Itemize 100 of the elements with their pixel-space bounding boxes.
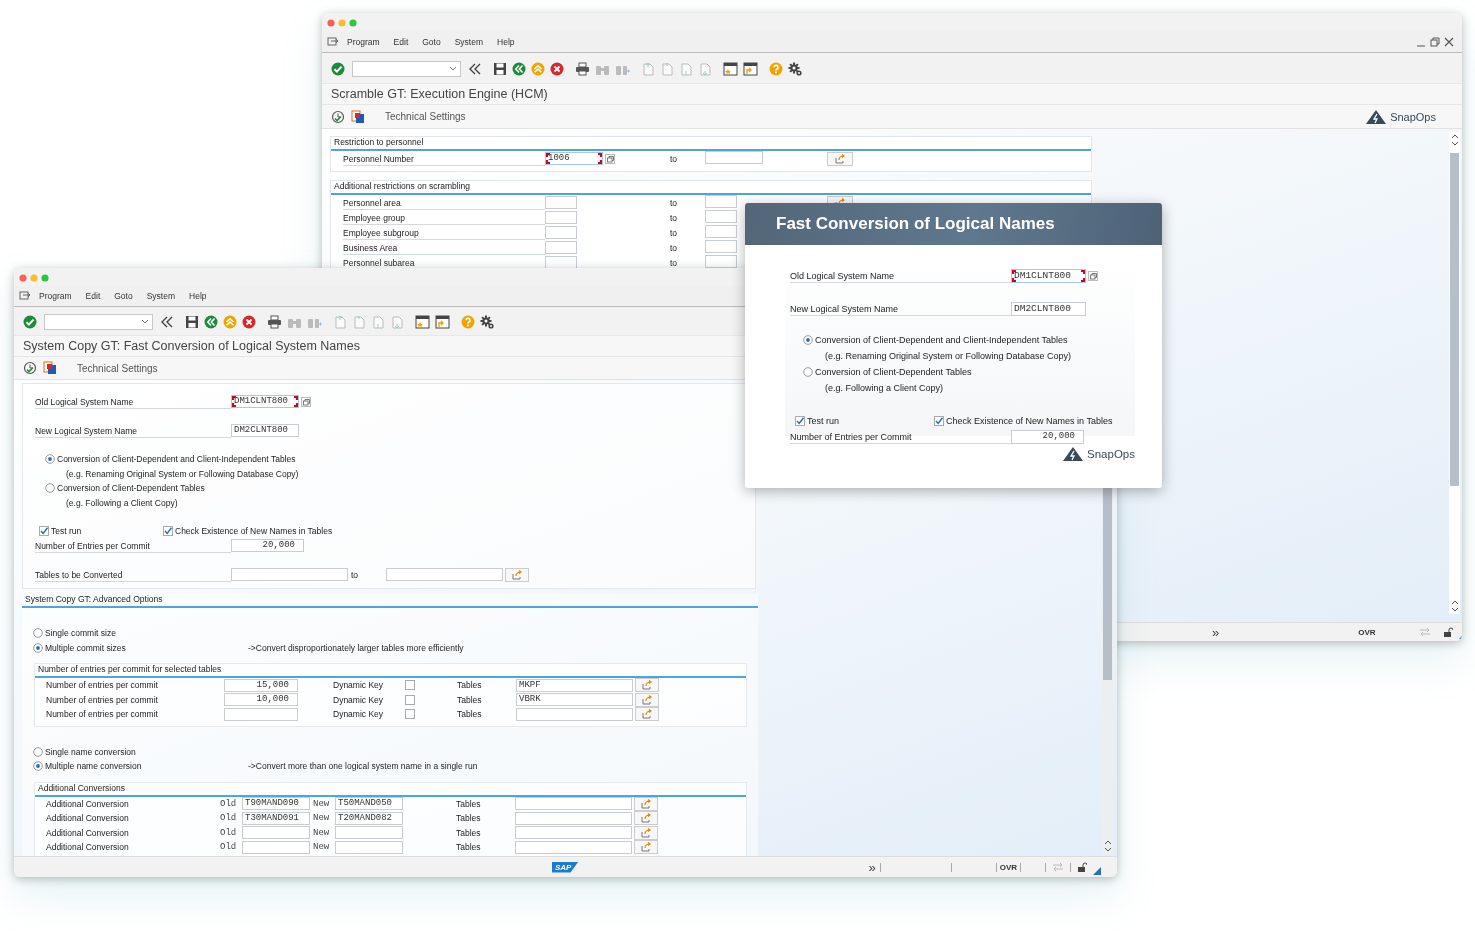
input-field[interactable]: T90MAND090 (242, 797, 310, 811)
input-field[interactable]: 20,000 (231, 539, 304, 552)
checkbox-label[interactable]: Check Existence of New Names in Tables (946, 416, 1113, 426)
field-label: Employee subgroup (343, 225, 545, 240)
input-mode: OVR (1358, 627, 1376, 637)
range-label: to (670, 197, 679, 208)
field-label: Tables (457, 694, 483, 705)
option-hint: (e.g. Renaming Original System or Following Database Copy) (65, 467, 300, 481)
menu-item[interactable]: Help (497, 36, 515, 47)
sap-logo: SAP (552, 861, 579, 873)
group-title: Additional restrictions on scrambling (334, 181, 471, 191)
screen-title: Scramble GT: Execution Engine (HCM) (322, 83, 1462, 104)
menu-item[interactable]: Program (39, 291, 72, 301)
group-title: Additional Conversions (38, 782, 125, 793)
field-label: Tables (456, 798, 482, 809)
field-label: New (313, 842, 331, 853)
option-label[interactable]: Single name conversion (45, 746, 181, 757)
group-title: Number of entries per commit for selected tables (38, 664, 222, 674)
field-label: Tables (456, 842, 482, 853)
input-field[interactable]: DM2CLNT800 (231, 424, 299, 437)
menu-item[interactable]: Help (189, 291, 207, 301)
field-label: Tables (457, 709, 483, 720)
input-field[interactable]: DM1CLNT800 (1011, 268, 1086, 283)
field-label: Business Area (343, 240, 545, 255)
field-label: New (313, 813, 331, 824)
option-label[interactable]: Conversion of Client-Dependent and Client-Independent Tables (57, 454, 296, 465)
field-label: Number of entries per commit (46, 680, 159, 691)
note-text: ->Convert disproportionately larger tables more efficiently (248, 642, 464, 653)
option-hint: (e.g. Following a Client Copy) (824, 382, 945, 395)
range-label: to (670, 257, 679, 268)
input-field[interactable]: 20,000 (1011, 429, 1084, 444)
range-label: to (670, 153, 679, 164)
brand-name: SnapOps (1087, 448, 1135, 460)
input-field[interactable]: DM2CLNT800 (1011, 301, 1086, 316)
field-label: New (313, 798, 331, 809)
option-label[interactable]: Single commit size (45, 628, 181, 639)
field-label: Dynamic Key (333, 694, 385, 705)
range-label: to (670, 227, 679, 238)
checkbox-label[interactable]: Test run (807, 416, 839, 426)
field-label: Additional Conversion (46, 827, 130, 838)
range-label: to (670, 212, 679, 223)
field-label: Old (220, 813, 238, 824)
field-label: Old Logical System Name (35, 394, 231, 409)
checkbox-label[interactable]: Test run (51, 526, 82, 536)
field-label: Old Logical System Name (790, 268, 1011, 283)
field-label: New Logical System Name (790, 301, 1011, 316)
option-hint: (e.g. Following a Client Copy) (65, 496, 179, 510)
input-field[interactable]: 15,000 (224, 678, 298, 692)
input-field[interactable]: 10,000 (224, 693, 298, 707)
menu-item[interactable]: Goto (114, 291, 133, 301)
range-label: to (670, 242, 679, 253)
group-title: Restriction to personnel (334, 137, 424, 147)
field-label: New (313, 827, 331, 838)
option-label[interactable]: Multiple name conversion (45, 761, 181, 772)
input-field[interactable]: MKPF (516, 678, 633, 692)
menu-item[interactable]: System (454, 36, 484, 47)
field-label: Number of Entries per Commit (790, 429, 1011, 444)
menu-item[interactable]: System (146, 291, 176, 301)
option-label[interactable]: Conversion of Client-Dependent Tables (815, 364, 972, 380)
brand-name: SnapOps (1390, 110, 1436, 123)
field-label: Old (220, 798, 238, 809)
input-field[interactable]: T50MAND050 (335, 797, 403, 811)
menu-item[interactable]: Program (347, 36, 380, 47)
group-title: System Copy GT: Advanced Options (25, 594, 163, 604)
option-label[interactable]: Conversion of Client-Dependent Tables (57, 483, 205, 494)
field-label: Number of entries per commit (46, 694, 159, 705)
field-label: Additional Conversion (46, 813, 130, 824)
input-field[interactable]: VBRK (516, 693, 633, 707)
field-label: Number of entries per commit (46, 709, 159, 720)
field-label: Number of Entries per Commit (35, 538, 231, 553)
input-field[interactable]: T20MAND082 (335, 811, 403, 825)
expand-button[interactable]: » (868, 859, 876, 875)
range-label: to (350, 569, 360, 580)
checkbox-label[interactable]: Check Existence of New Names in Tables (175, 526, 333, 536)
menu-item[interactable]: Goto (422, 36, 441, 47)
input-field[interactable]: 1006 (545, 152, 603, 165)
input-field[interactable]: T30MAND091 (242, 811, 310, 825)
field-label: Tables (456, 813, 482, 824)
field-label: Old (220, 827, 238, 838)
input-mode: OVR (999, 862, 1018, 872)
option-label[interactable]: Multiple commit sizes (45, 642, 181, 653)
option-label[interactable]: Conversion of Client-Dependent and Client-Independent Tables (815, 332, 1068, 348)
field-label: Dynamic Key (333, 709, 385, 720)
input-field[interactable]: DM1CLNT800 (231, 395, 299, 408)
menu-item[interactable]: Edit (393, 36, 409, 47)
dialog-title: Fast Conversion of Logical Names (776, 214, 1055, 234)
field-label: Personnel area (343, 195, 545, 210)
field-label: Dynamic Key (333, 680, 385, 691)
note-text: ->Convert more than one logical system name in a single run (248, 761, 478, 772)
toolbar-button[interactable]: Technical Settings (77, 362, 158, 374)
field-label: Employee group (343, 210, 545, 225)
toolbar-button[interactable]: Technical Settings (385, 111, 466, 122)
field-label: Old (220, 842, 238, 853)
menu-item[interactable]: Edit (85, 291, 101, 301)
field-label: Additional Conversion (46, 842, 130, 853)
expand-button[interactable]: » (1212, 624, 1220, 640)
field-label: Tables (457, 680, 483, 691)
field-label: Additional Conversion (46, 798, 130, 809)
field-label: New Logical System Name (35, 423, 231, 438)
field-label: Tables to be Converted (35, 567, 231, 582)
